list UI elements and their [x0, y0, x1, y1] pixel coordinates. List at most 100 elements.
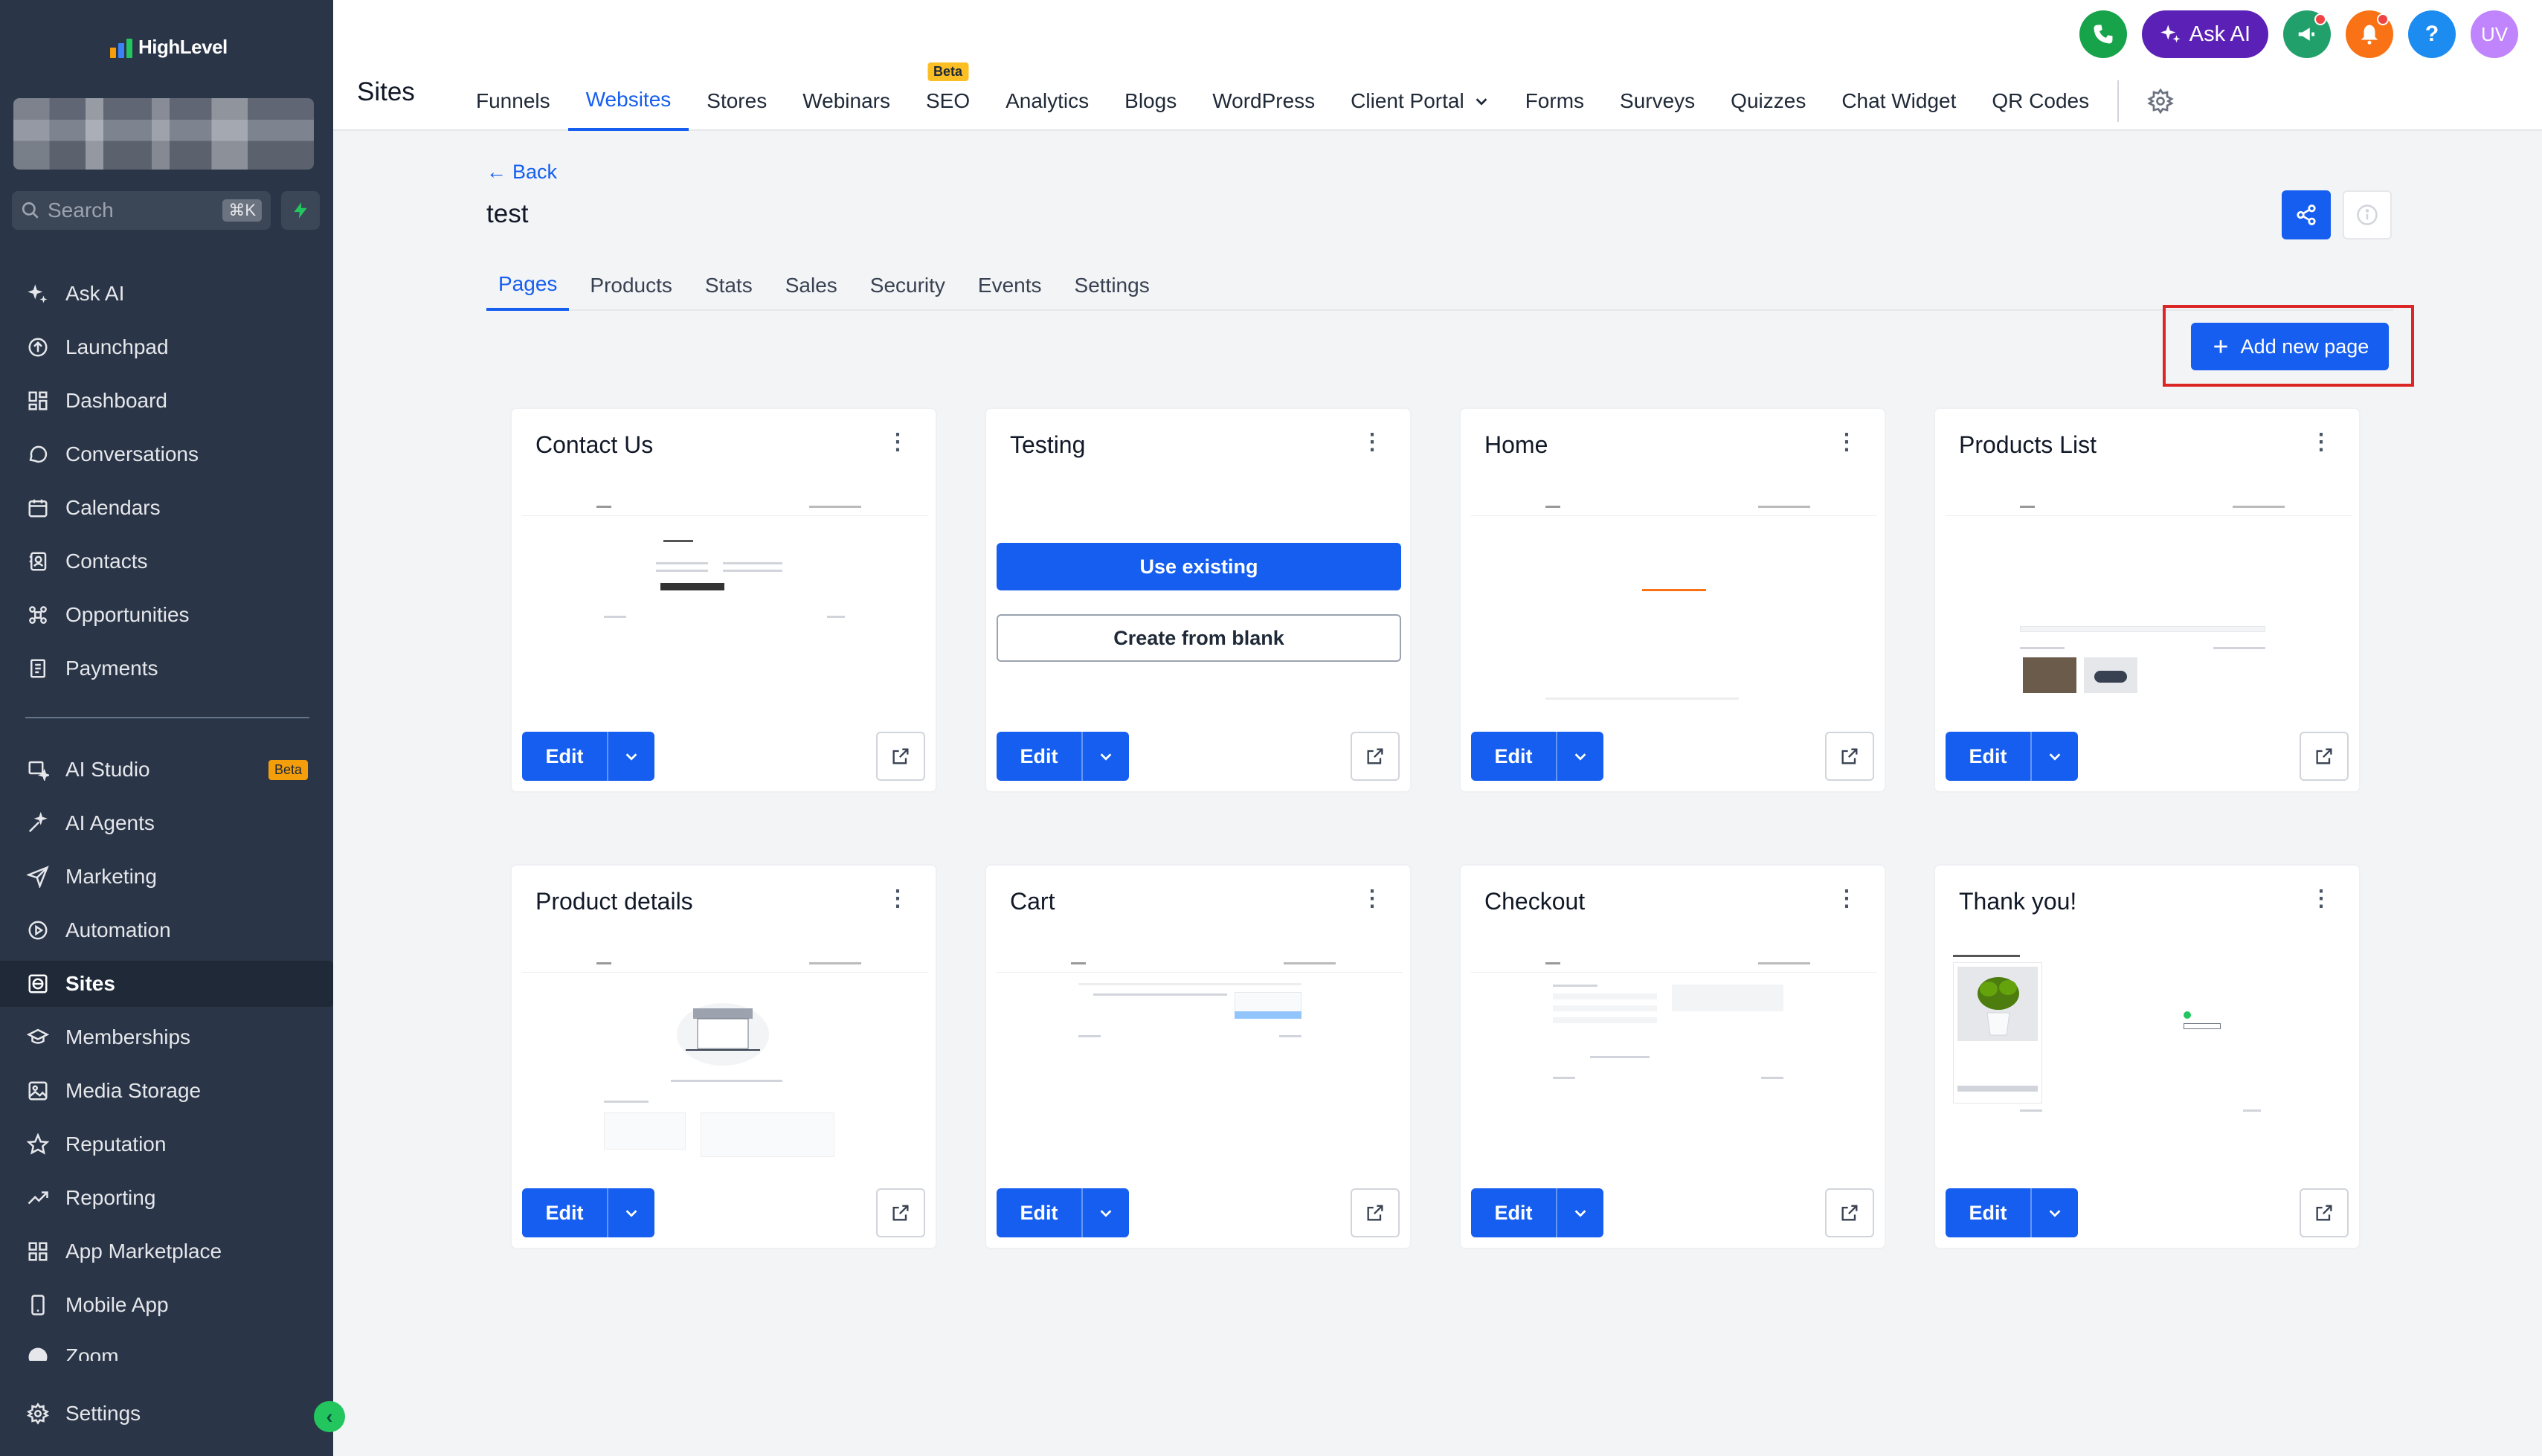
tab-surveys[interactable]: Surveys	[1602, 71, 1713, 131]
brand-logo[interactable]: HighLevel	[110, 36, 228, 59]
more-vertical-icon[interactable]: ⋮	[1835, 431, 1858, 454]
sidebar-item-app-marketplace[interactable]: App Marketplace	[0, 1228, 333, 1275]
info-button[interactable]	[2343, 190, 2392, 239]
edit-button[interactable]: Edit	[997, 1188, 1081, 1237]
tab-webinars[interactable]: Webinars	[785, 71, 908, 131]
page-card-cart[interactable]: Cart ⋮ Edit	[985, 864, 1412, 1249]
page-card-home[interactable]: Home ⋮ Edit	[1459, 408, 1886, 793]
sidebar-item-automation[interactable]: Automation	[0, 907, 333, 953]
sidebar-item-payments[interactable]: Payments	[0, 645, 333, 692]
open-external-button[interactable]	[1825, 732, 1874, 781]
tab-client-portal[interactable]: Client Portal	[1333, 71, 1507, 131]
more-vertical-icon[interactable]: ⋮	[2310, 888, 2332, 910]
notifications-button[interactable]	[2346, 10, 2393, 58]
tab-wordpress[interactable]: WordPress	[1194, 71, 1333, 131]
tab-qr-codes[interactable]: QR Codes	[1974, 71, 2107, 131]
sidebar-item-zoom[interactable]: Zoom	[0, 1336, 333, 1361]
page-card-thank-you[interactable]: Thank you! ⋮ Edit	[1934, 864, 2361, 1249]
sidebar-item-opportunities[interactable]: Opportunities	[0, 592, 333, 638]
sidebar-item-marketing[interactable]: Marketing	[0, 854, 333, 900]
sidebar-item-memberships[interactable]: Memberships	[0, 1014, 333, 1060]
edit-button[interactable]: Edit	[522, 1188, 607, 1237]
create-from-blank-button[interactable]: Create from blank	[997, 614, 1401, 662]
edit-dropdown-button[interactable]	[1081, 732, 1129, 781]
edit-dropdown-button[interactable]	[2030, 1188, 2078, 1237]
use-existing-button[interactable]: Use existing	[997, 543, 1401, 590]
account-switcher[interactable]	[13, 98, 314, 170]
tab-stores[interactable]: Stores	[689, 71, 785, 131]
open-external-button[interactable]	[1351, 1188, 1400, 1237]
open-external-button[interactable]	[876, 732, 925, 781]
edit-button[interactable]: Edit	[997, 732, 1081, 781]
tab-websites[interactable]: Websites	[567, 71, 689, 131]
sidebar-item-conversations[interactable]: Conversations	[0, 431, 333, 477]
sidebar-item-dashboard[interactable]: Dashboard	[0, 378, 333, 424]
subtab-products[interactable]: Products	[578, 260, 684, 311]
more-vertical-icon[interactable]: ⋮	[887, 888, 909, 910]
page-card-checkout[interactable]: Checkout ⋮ Edit	[1459, 864, 1886, 1249]
open-external-button[interactable]	[2300, 732, 2349, 781]
announcements-button[interactable]	[2283, 10, 2331, 58]
tab-funnels[interactable]: Funnels	[458, 71, 568, 131]
tab-analytics[interactable]: Analytics	[988, 71, 1107, 131]
tab-chat-widget[interactable]: Chat Widget	[1824, 71, 1974, 131]
edit-dropdown-button[interactable]	[2030, 732, 2078, 781]
more-vertical-icon[interactable]: ⋮	[1361, 888, 1383, 910]
sidebar-item-mobile-app[interactable]: Mobile App	[0, 1282, 333, 1328]
more-vertical-icon[interactable]: ⋮	[2310, 431, 2332, 454]
more-vertical-icon[interactable]: ⋮	[1361, 431, 1383, 454]
back-link[interactable]: ← Back	[486, 161, 557, 184]
sidebar-item-ai-agents[interactable]: AI Agents	[0, 800, 333, 846]
open-external-button[interactable]	[1825, 1188, 1874, 1237]
edit-button[interactable]: Edit	[522, 732, 607, 781]
avatar[interactable]: UV	[2471, 10, 2518, 58]
sidebar-item-contacts[interactable]: Contacts	[0, 538, 333, 584]
collapse-sidebar-button[interactable]: ‹	[314, 1401, 345, 1432]
help-button[interactable]: ?	[2408, 10, 2456, 58]
subtab-security[interactable]: Security	[858, 260, 957, 311]
edit-button[interactable]: Edit	[1946, 1188, 2030, 1237]
edit-dropdown-button[interactable]	[1556, 732, 1603, 781]
sidebar-search[interactable]: Search ⌘K	[12, 191, 271, 230]
share-button[interactable]	[2282, 190, 2331, 239]
open-external-button[interactable]	[1351, 732, 1400, 781]
edit-dropdown-button[interactable]	[1081, 1188, 1129, 1237]
subtab-sales[interactable]: Sales	[773, 260, 849, 311]
sidebar-item-ai-studio[interactable]: AI Studio Beta	[0, 747, 333, 793]
more-vertical-icon[interactable]: ⋮	[1835, 888, 1858, 910]
tab-quizzes[interactable]: Quizzes	[1713, 71, 1824, 131]
add-new-page-button[interactable]: Add new page	[2191, 323, 2389, 370]
sidebar-item-ask-ai[interactable]: Ask AI	[0, 271, 333, 317]
open-external-button[interactable]	[876, 1188, 925, 1237]
phone-button[interactable]	[2079, 10, 2127, 58]
sidebar-item-sites[interactable]: Sites	[0, 961, 333, 1007]
page-card-testing[interactable]: Testing ⋮ Use existing Create from blank…	[985, 408, 1412, 793]
subtab-pages[interactable]: Pages	[486, 260, 570, 311]
tab-blogs[interactable]: Blogs	[1107, 71, 1194, 131]
sidebar-item-media-storage[interactable]: Media Storage	[0, 1068, 333, 1114]
sidebar-item-calendars[interactable]: Calendars	[0, 485, 333, 531]
more-vertical-icon[interactable]: ⋮	[887, 431, 909, 454]
page-card-product-details[interactable]: Product details ⋮ Edit	[510, 864, 937, 1249]
sidebar-item-launchpad[interactable]: Launchpad	[0, 324, 333, 370]
sites-settings-button[interactable]	[2129, 71, 2192, 131]
subtab-stats[interactable]: Stats	[693, 260, 765, 311]
page-card-contact-us[interactable]: Contact Us ⋮ Edit	[510, 408, 937, 793]
edit-dropdown-button[interactable]	[1556, 1188, 1603, 1237]
open-external-button[interactable]	[2300, 1188, 2349, 1237]
sidebar-item-reporting[interactable]: Reporting	[0, 1175, 333, 1221]
edit-button[interactable]: Edit	[1946, 732, 2030, 781]
edit-button[interactable]: Edit	[1471, 1188, 1556, 1237]
edit-dropdown-button[interactable]	[607, 732, 654, 781]
sidebar-item-settings[interactable]: Settings	[0, 1391, 333, 1437]
page-card-products-list[interactable]: Products List ⋮ Edit	[1934, 408, 2361, 793]
ask-ai-button[interactable]: Ask AI	[2141, 10, 2268, 58]
sidebar-item-reputation[interactable]: Reputation	[0, 1121, 333, 1167]
tab-seo[interactable]: Beta SEO	[908, 62, 988, 131]
edit-button[interactable]: Edit	[1471, 732, 1556, 781]
subtab-events[interactable]: Events	[966, 260, 1054, 311]
tab-forms[interactable]: Forms	[1507, 71, 1602, 131]
edit-dropdown-button[interactable]	[607, 1188, 654, 1237]
quick-actions-button[interactable]	[281, 191, 320, 230]
subtab-settings[interactable]: Settings	[1063, 260, 1162, 311]
